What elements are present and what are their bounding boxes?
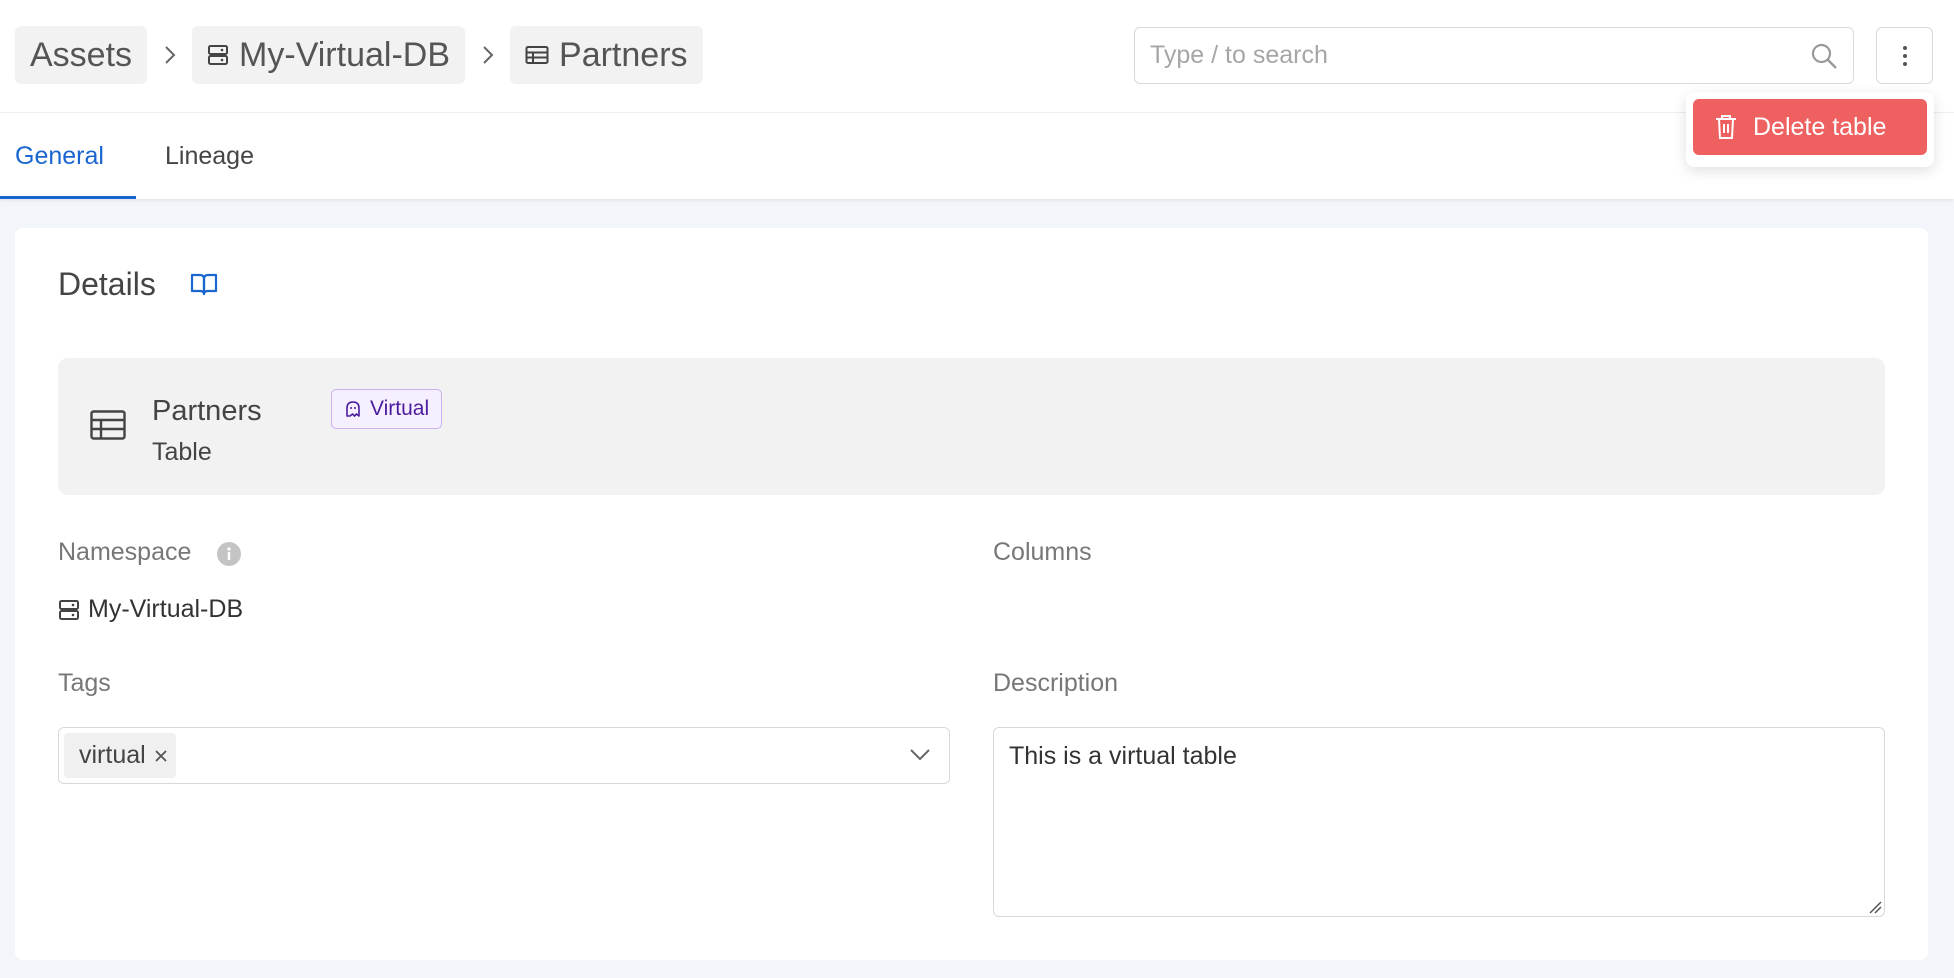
more-options-button[interactable] <box>1876 27 1933 84</box>
delete-table-label: Delete table <box>1753 112 1887 141</box>
tag-chip: virtual <box>64 733 176 778</box>
search-box <box>1134 27 1854 84</box>
trash-icon <box>1716 115 1736 139</box>
chevron-right-icon <box>465 44 510 66</box>
breadcrumb-assets[interactable]: Assets <box>15 26 148 84</box>
breadcrumb-label: Partners <box>559 35 688 74</box>
table-icon <box>90 410 126 440</box>
section-title: Details <box>58 266 156 302</box>
breadcrumb-table[interactable]: Partners <box>510 26 703 84</box>
breadcrumb-label: Assets <box>30 35 133 74</box>
namespace-value[interactable]: My-Virtual-DB <box>58 595 243 624</box>
description-field[interactable]: This is a virtual table <box>993 727 1885 917</box>
asset-type: Table <box>152 438 212 466</box>
breadcrumb-database[interactable]: My-Virtual-DB <box>192 26 466 84</box>
search-icon[interactable] <box>1810 42 1838 70</box>
ghost-icon <box>346 401 360 417</box>
namespace-label: Namespace <box>58 538 192 566</box>
badge-label: Virtual <box>370 397 430 420</box>
tag-label: virtual <box>79 741 146 769</box>
resize-handle-icon[interactable] <box>1868 900 1882 914</box>
namespace-text: My-Virtual-DB <box>88 595 244 623</box>
description-label: Description <box>993 669 1119 697</box>
close-icon[interactable] <box>154 749 168 763</box>
info-icon[interactable] <box>217 542 241 566</box>
table-icon <box>525 46 549 64</box>
chevron-right-icon <box>147 44 192 66</box>
asset-name: Partners <box>152 395 262 427</box>
search-input[interactable] <box>1150 41 1810 70</box>
asset-summary: Partners Virtual Table <box>58 358 1885 495</box>
chevron-down-icon[interactable] <box>909 746 931 762</box>
columns-label: Columns <box>993 538 1092 566</box>
breadcrumb-label: My-Virtual-DB <box>239 35 451 74</box>
top-header: Assets My-Virtual-DB Partners <box>0 0 1954 113</box>
active-tab-indicator <box>0 196 136 199</box>
database-icon <box>59 599 79 620</box>
delete-table-button[interactable]: Delete table <box>1693 99 1927 155</box>
tab-lineage[interactable]: Lineage <box>165 113 254 199</box>
tab-general[interactable]: General <box>15 113 104 199</box>
virtual-badge: Virtual <box>331 389 443 429</box>
book-icon[interactable] <box>190 272 218 296</box>
more-options-menu: Delete table <box>1686 92 1934 167</box>
tags-select[interactable]: virtual <box>58 727 950 784</box>
tags-label: Tags <box>58 669 111 697</box>
database-icon <box>208 45 229 65</box>
details-card: Details Partners Virtual Table Namespace <box>15 228 1928 960</box>
breadcrumb: Assets My-Virtual-DB Partners <box>15 26 703 84</box>
vertical-dots-icon <box>1902 45 1907 66</box>
tab-bar: General Lineage <box>0 113 1954 199</box>
